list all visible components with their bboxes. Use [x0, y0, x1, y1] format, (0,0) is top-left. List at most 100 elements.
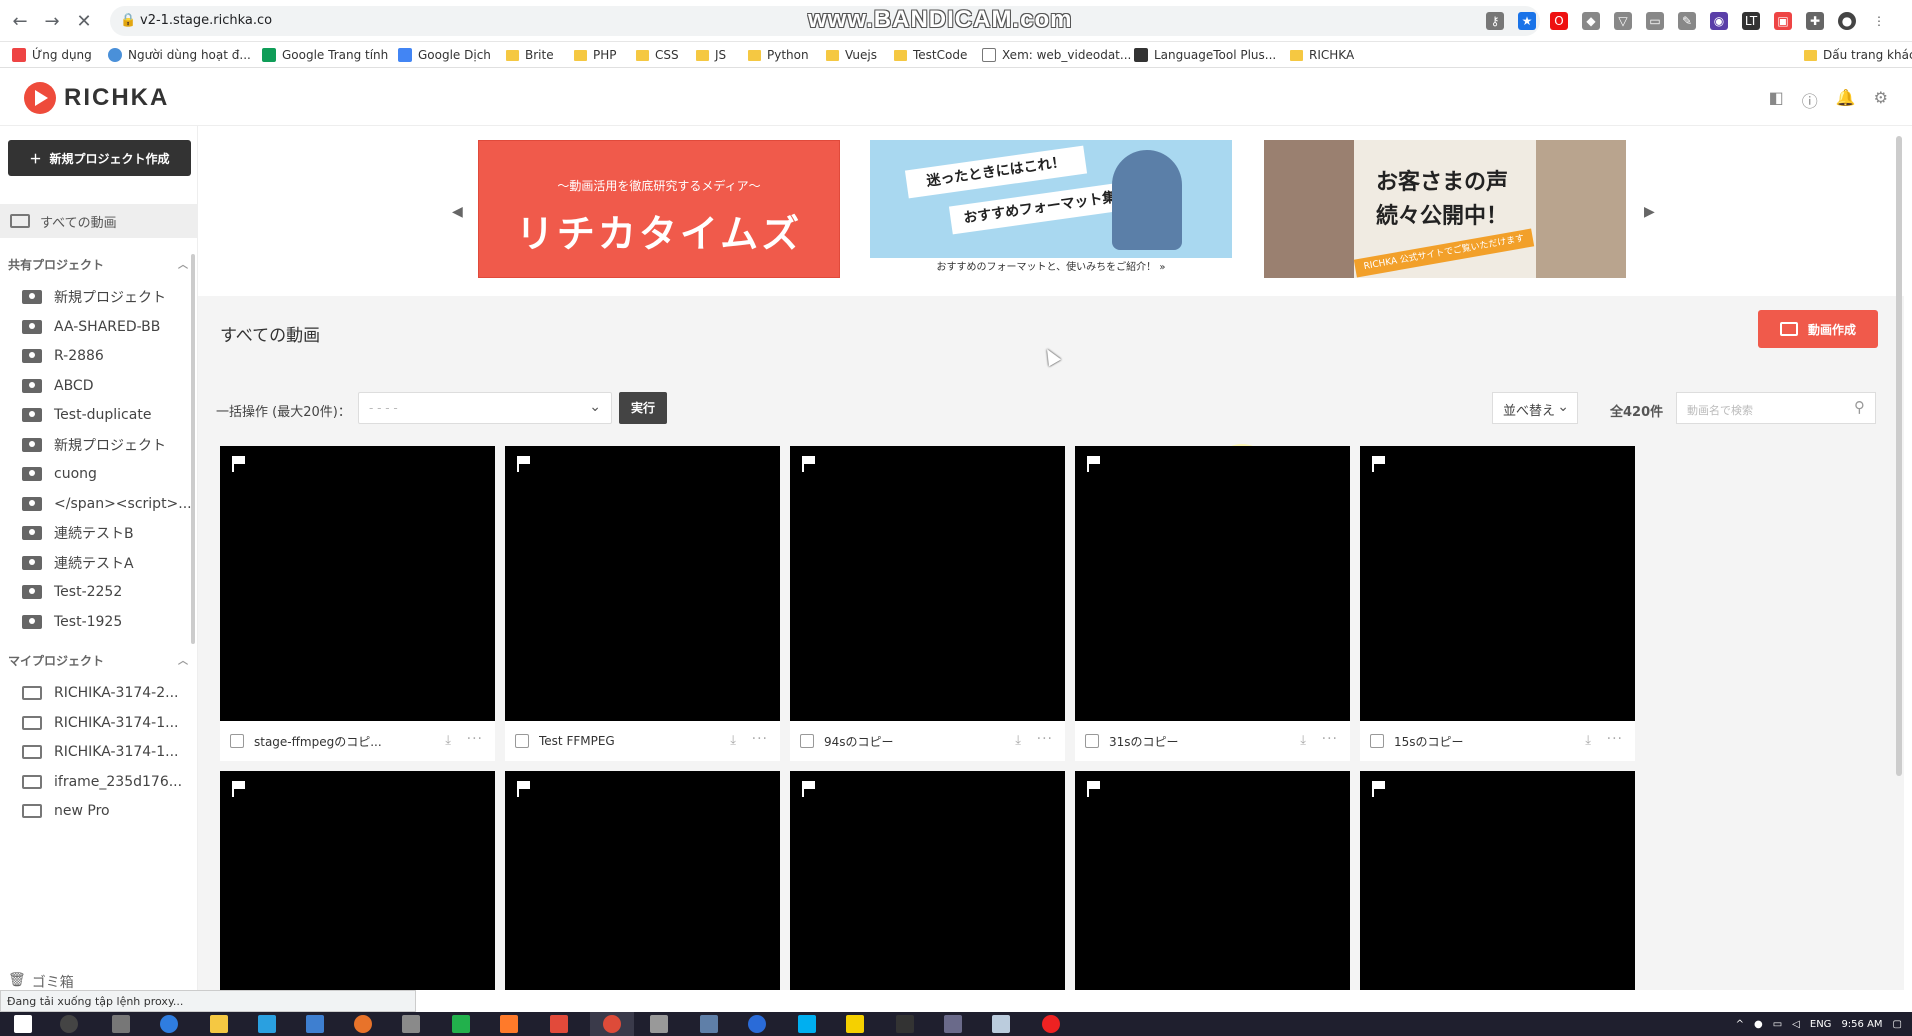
tray-icon[interactable]: ●	[1754, 1019, 1763, 1030]
guide-book-icon[interactable]: ◧	[1769, 88, 1784, 112]
video-card[interactable]	[220, 771, 495, 990]
shared-project-item[interactable]: Test-1925	[22, 607, 192, 637]
my-project-item[interactable]: RICHIKA-3174-2...	[22, 678, 192, 708]
video-checkbox[interactable]	[1085, 734, 1099, 748]
brand-logo[interactable]: RICHKA	[24, 82, 169, 114]
bookmark-item[interactable]: TestCode	[894, 48, 967, 62]
back-icon[interactable]: ←	[8, 10, 32, 34]
forward-icon[interactable]: →	[40, 10, 64, 34]
mail-icon[interactable]	[306, 1015, 324, 1033]
my-project-item[interactable]: iframe_235d176...	[22, 767, 192, 797]
app-icon[interactable]	[402, 1015, 420, 1033]
flag-icon[interactable]	[802, 456, 816, 472]
video-thumbnail[interactable]	[505, 771, 780, 990]
my-projects-heading[interactable]: マイプロジェクト ︿	[8, 652, 188, 669]
windows-start-icon[interactable]	[14, 1015, 32, 1033]
bookmark-item[interactable]: Người dùng hoạt đ...	[108, 48, 251, 62]
extension-icon[interactable]: ▽	[1614, 12, 1632, 30]
pycharm-icon[interactable]	[452, 1015, 470, 1033]
bookmark-item[interactable]: CSS	[636, 48, 679, 62]
video-title[interactable]: 94sのコピー	[824, 733, 994, 750]
banner-richka-times[interactable]: 〜動画活用を徹底研究するメディア〜 リチカタイムズ	[478, 140, 840, 278]
extension-icon[interactable]: ✎	[1678, 12, 1696, 30]
more-icon[interactable]: ···	[467, 731, 483, 747]
bookmark-item[interactable]: Vuejs	[826, 48, 877, 62]
menu-icon[interactable]: ⋮	[1870, 12, 1888, 30]
bookmark-item[interactable]: RICHKA	[1290, 48, 1354, 62]
bookmark-item[interactable]: Python	[748, 48, 809, 62]
gear-icon[interactable]: ⚙	[1874, 88, 1888, 112]
app-icon[interactable]	[944, 1015, 962, 1033]
my-project-item[interactable]: new Pro	[22, 796, 192, 826]
my-project-item[interactable]: RICHIKA-3174-1...	[22, 737, 192, 767]
video-thumbnail[interactable]	[1075, 771, 1350, 990]
bookmark-item[interactable]: Ứng dụng	[12, 48, 92, 62]
extension-icon[interactable]: ◉	[1710, 12, 1728, 30]
shared-project-item[interactable]: 連続テストB	[22, 518, 192, 548]
shared-project-item[interactable]: ABCD	[22, 371, 192, 401]
bookmark-item[interactable]: Google Trang tính	[262, 48, 388, 62]
bell-icon[interactable]: 🔔	[1836, 88, 1856, 112]
notifications-icon[interactable]: ▢	[1893, 1019, 1902, 1030]
file-explorer-icon[interactable]	[210, 1015, 228, 1033]
network-icon[interactable]: ▭	[1773, 1019, 1782, 1030]
shared-project-item[interactable]: </span><script>...	[22, 489, 192, 519]
shared-project-item[interactable]: R-2886	[22, 341, 192, 371]
shared-projects-heading[interactable]: 共有プロジェクト ︿	[8, 256, 188, 273]
extension-icon[interactable]: ◆	[1582, 12, 1600, 30]
video-card[interactable]	[1360, 771, 1635, 990]
clock[interactable]: 9:56 AM	[1841, 1019, 1882, 1030]
puzzle-icon[interactable]: ✚	[1806, 12, 1824, 30]
app-icon[interactable]	[748, 1015, 766, 1033]
my-project-item[interactable]: RICHIKA-3174-1...	[22, 708, 192, 738]
bookmark-other[interactable]: Dấu trang khác	[1804, 48, 1912, 62]
video-title[interactable]: 15sのコピー	[1394, 733, 1564, 750]
video-card[interactable]: 31sのコピー ⤓ ···	[1075, 446, 1350, 761]
download-icon[interactable]: ⤓	[1300, 733, 1306, 748]
video-thumbnail[interactable]	[505, 446, 780, 721]
sublime-icon[interactable]	[500, 1015, 518, 1033]
notepad-icon[interactable]	[992, 1015, 1010, 1033]
sidebar-item-all-videos[interactable]: すべての動画	[0, 204, 197, 238]
record-icon[interactable]	[1042, 1015, 1060, 1033]
flag-icon[interactable]	[517, 781, 531, 797]
bookmark-item[interactable]: Brite	[506, 48, 554, 62]
help-icon[interactable]: ⓘ	[1802, 88, 1818, 112]
chevron-up-icon[interactable]: ^	[1736, 1019, 1744, 1030]
create-video-button[interactable]: 動画作成	[1758, 310, 1878, 348]
sidebar-item-trash[interactable]: 🗑 ゴミ箱	[8, 972, 74, 990]
video-card[interactable]	[1075, 771, 1350, 990]
shared-project-item[interactable]: 連続テストA	[22, 548, 192, 578]
video-thumbnail[interactable]	[1075, 446, 1350, 721]
more-icon[interactable]: ···	[1607, 731, 1623, 747]
video-card[interactable]	[505, 771, 780, 990]
flag-icon[interactable]	[1372, 456, 1386, 472]
flag-icon[interactable]	[232, 781, 246, 797]
opera-icon[interactable]: O	[1550, 12, 1568, 30]
store-icon[interactable]	[258, 1015, 276, 1033]
bookmark-item[interactable]: JS	[696, 48, 726, 62]
execute-button[interactable]: 実行	[619, 392, 667, 424]
video-thumbnail[interactable]	[1360, 446, 1635, 721]
flag-icon[interactable]	[802, 781, 816, 797]
stop-loading-icon[interactable]: ✕	[72, 10, 96, 34]
flag-icon[interactable]	[232, 456, 246, 472]
flag-icon[interactable]	[1372, 781, 1386, 797]
video-card[interactable]: 94sのコピー ⤓ ···	[790, 446, 1065, 761]
shared-project-item[interactable]: Test-duplicate	[22, 400, 192, 430]
video-card[interactable]: Test FFMPEG ⤓ ···	[505, 446, 780, 761]
terminal-icon[interactable]	[896, 1015, 914, 1033]
profile-avatar-icon[interactable]: ●	[1838, 12, 1856, 30]
video-checkbox[interactable]	[800, 734, 814, 748]
video-checkbox[interactable]	[230, 734, 244, 748]
video-thumbnail[interactable]	[220, 771, 495, 990]
download-icon[interactable]: ⤓	[730, 733, 736, 748]
shared-project-item[interactable]: 新規プロジェクト	[22, 430, 192, 460]
sort-select[interactable]: 並べ替え ⌄	[1492, 392, 1578, 424]
more-icon[interactable]: ···	[1322, 731, 1338, 747]
shared-project-item[interactable]: Test-2252	[22, 577, 192, 607]
bulk-action-select[interactable]: - - - - ⌄	[358, 392, 612, 424]
git-icon[interactable]	[550, 1015, 568, 1033]
video-checkbox[interactable]	[1370, 734, 1384, 748]
search-input[interactable]: 動画名で検索 ⚲	[1676, 392, 1876, 424]
